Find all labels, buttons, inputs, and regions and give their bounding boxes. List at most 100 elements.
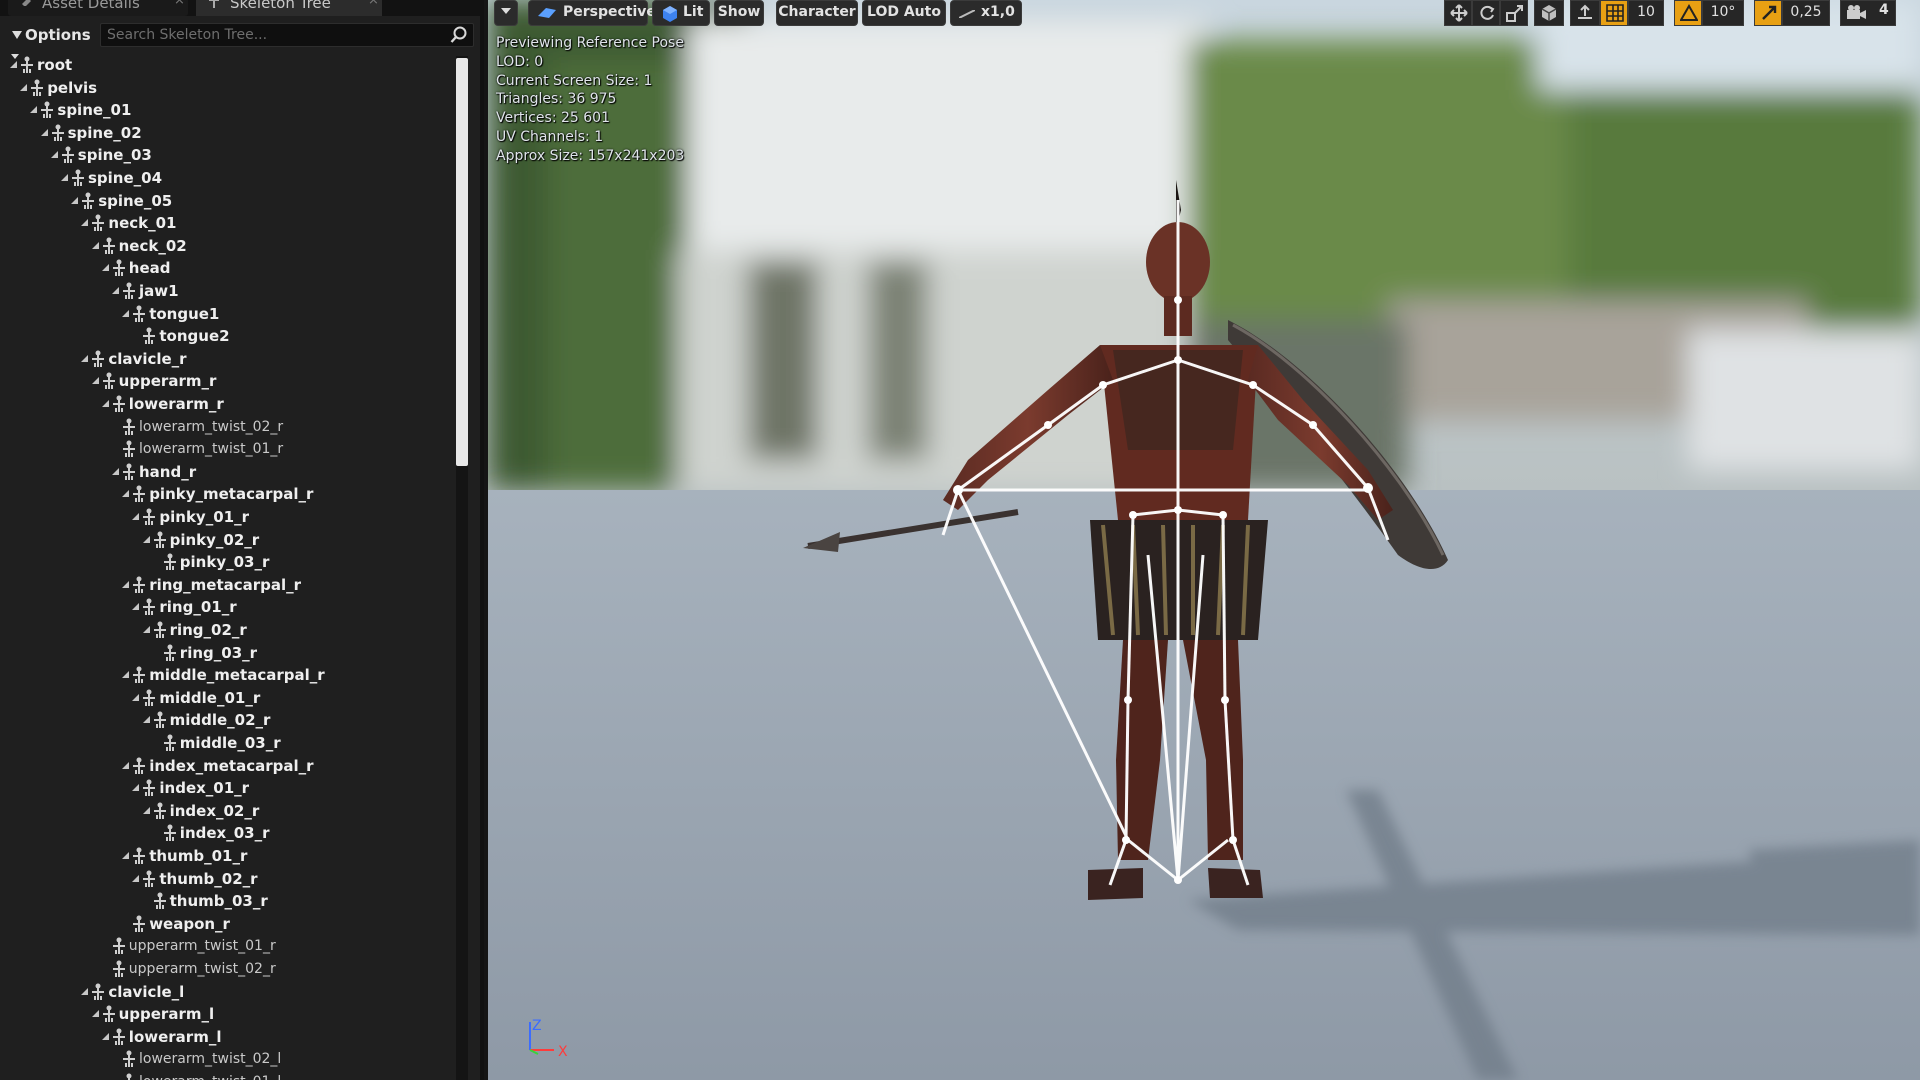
expand-arrow-icon[interactable] (142, 626, 150, 633)
expand-arrow-icon[interactable] (112, 287, 119, 294)
tab-close-icon[interactable]: × (368, 0, 379, 7)
expand-arrow-icon[interactable] (91, 241, 99, 249)
expand-arrow-icon[interactable] (122, 761, 130, 769)
tree-row-pelvis[interactable]: pelvis (0, 77, 456, 99)
expand-arrow-icon[interactable] (122, 852, 130, 859)
scale-snap-toggle[interactable] (1754, 0, 1782, 26)
expand-arrow-icon[interactable] (122, 309, 130, 317)
tree-row-pinky_02_r[interactable]: pinky_02_r (0, 529, 456, 551)
options-button[interactable]: Options (8, 24, 96, 59)
search-input[interactable] (100, 23, 474, 47)
expand-arrow-icon[interactable] (101, 264, 109, 272)
tree-row-index_metacarpal_r[interactable]: index_metacarpal_r (0, 755, 456, 777)
expand-arrow-icon[interactable] (132, 874, 140, 882)
surface-snap-button[interactable] (1570, 0, 1600, 26)
expand-arrow-icon[interactable] (132, 603, 140, 611)
expand-arrow-icon[interactable] (122, 490, 130, 498)
tree-row-clavicle_r[interactable]: clavicle_r (0, 348, 456, 370)
tree-row-ring_02_r[interactable]: ring_02_r (0, 619, 456, 641)
tree-row-lowerarm_twist_02_r[interactable]: lowerarm_twist_02_r (0, 416, 456, 438)
expand-arrow-icon[interactable] (142, 535, 150, 543)
expand-arrow-icon[interactable] (10, 61, 17, 68)
expand-arrow-icon[interactable] (61, 174, 68, 181)
tree-row-index_01_r[interactable]: index_01_r (0, 777, 456, 799)
show-button[interactable]: Show (714, 0, 764, 26)
tree-row-lowerarm_r[interactable]: lowerarm_r (0, 393, 456, 415)
tree-row-upperarm_twist_01_r[interactable]: upperarm_twist_01_r (0, 935, 456, 957)
expand-arrow-icon[interactable] (50, 151, 58, 159)
expand-arrow-icon[interactable] (122, 671, 130, 679)
tree-row-weapon_r[interactable]: weapon_r (0, 913, 456, 935)
tree-row-middle_03_r[interactable]: middle_03_r (0, 732, 456, 754)
expand-arrow-icon[interactable] (132, 513, 140, 520)
expand-arrow-icon[interactable] (81, 219, 89, 227)
tree-row-head[interactable]: head (0, 257, 456, 279)
translate-tool-button[interactable] (1444, 0, 1472, 26)
tree-row-lowerarm_l[interactable]: lowerarm_l (0, 1026, 456, 1048)
expand-arrow-icon[interactable] (101, 1032, 109, 1040)
tree-row-ring_metacarpal_r[interactable]: ring_metacarpal_r (0, 574, 456, 596)
tree-row-lowerarm_twist_01_l[interactable]: lowerarm_twist_01_l (0, 1071, 456, 1080)
tree-scrollbar-thumb[interactable] (456, 58, 468, 466)
tree-row-tongue2[interactable]: tongue2 (0, 325, 456, 347)
tree-row-pinky_03_r[interactable]: pinky_03_r (0, 551, 456, 573)
tree-row-lowerarm_twist_02_l[interactable]: lowerarm_twist_02_l (0, 1048, 456, 1070)
tab-close-icon[interactable]: × (174, 0, 185, 7)
expand-arrow-icon[interactable] (81, 987, 89, 995)
tree-row-spine_01[interactable]: spine_01 (0, 99, 456, 121)
tree-row-clavicle_l[interactable]: clavicle_l (0, 981, 456, 1003)
grid-snap-value[interactable]: 10 (1628, 0, 1664, 26)
tree-row-neck_02[interactable]: neck_02 (0, 235, 456, 257)
tree-row-ring_01_r[interactable]: ring_01_r (0, 596, 456, 618)
expand-arrow-icon[interactable] (91, 1010, 99, 1018)
perspective-button[interactable]: Perspective (528, 0, 656, 26)
tree-row-pinky_metacarpal_r[interactable]: pinky_metacarpal_r (0, 483, 456, 505)
tree-row-upperarm_twist_02_r[interactable]: upperarm_twist_02_r (0, 958, 456, 980)
expand-arrow-icon[interactable] (132, 784, 140, 792)
expand-arrow-icon[interactable] (132, 693, 140, 701)
lit-mode-button[interactable]: Lit (652, 0, 710, 26)
expand-arrow-icon[interactable] (30, 106, 38, 114)
tree-row-tongue1[interactable]: tongue1 (0, 303, 456, 325)
tree-row-neck_01[interactable]: neck_01 (0, 212, 456, 234)
expand-arrow-icon[interactable] (101, 400, 109, 407)
rotation-snap-value[interactable]: 10° (1702, 0, 1744, 26)
tree-row-spine_03[interactable]: spine_03 (0, 144, 456, 166)
grid-snap-toggle[interactable] (1600, 0, 1628, 26)
expand-arrow-icon[interactable] (122, 580, 130, 588)
tree-row-ring_03_r[interactable]: ring_03_r (0, 642, 456, 664)
tree-row-middle_metacarpal_r[interactable]: middle_metacarpal_r (0, 664, 456, 686)
search-icon[interactable] (450, 26, 468, 44)
expand-arrow-icon[interactable] (112, 467, 119, 475)
rotate-tool-button[interactable] (1472, 0, 1500, 26)
tree-row-upperarm_r[interactable]: upperarm_r (0, 370, 456, 392)
tab-asset-details[interactable]: Asset Details × (8, 0, 188, 16)
tree-row-spine_02[interactable]: spine_02 (0, 122, 456, 144)
tree-row-lowerarm_twist_01_r[interactable]: lowerarm_twist_01_r (0, 438, 456, 460)
scale-snap-value[interactable]: 0,25 (1782, 0, 1830, 26)
playback-speed-button[interactable]: x1,0 (950, 0, 1022, 26)
character-button[interactable]: Character (776, 0, 858, 26)
tree-row-index_03_r[interactable]: index_03_r (0, 822, 456, 844)
rotation-snap-toggle[interactable] (1674, 0, 1702, 26)
lod-button[interactable]: LOD Auto (862, 0, 946, 26)
preview-viewport[interactable]: Z X Perspective Lit Show Character LOD A… (488, 0, 1920, 1080)
tree-row-jaw1[interactable]: jaw1 (0, 280, 456, 302)
tree-row-thumb_03_r[interactable]: thumb_03_r (0, 890, 456, 912)
tree-row-index_02_r[interactable]: index_02_r (0, 800, 456, 822)
camera-speed-button[interactable]: 4 (1840, 0, 1896, 26)
coordinate-space-button[interactable] (1534, 0, 1564, 26)
expand-arrow-icon[interactable] (40, 128, 48, 136)
tree-row-root[interactable]: root (0, 54, 456, 76)
tree-row-middle_01_r[interactable]: middle_01_r (0, 687, 456, 709)
tree-row-spine_04[interactable]: spine_04 (0, 167, 456, 189)
viewport-options-button[interactable] (494, 0, 518, 26)
tree-row-thumb_02_r[interactable]: thumb_02_r (0, 868, 456, 890)
expand-arrow-icon[interactable] (20, 83, 28, 91)
tree-row-pinky_01_r[interactable]: pinky_01_r (0, 506, 456, 528)
expand-arrow-icon[interactable] (91, 377, 99, 385)
tree-row-spine_05[interactable]: spine_05 (0, 190, 456, 212)
tree-row-thumb_01_r[interactable]: thumb_01_r (0, 845, 456, 867)
expand-arrow-icon[interactable] (71, 196, 79, 204)
tree-row-hand_r[interactable]: hand_r (0, 461, 456, 483)
